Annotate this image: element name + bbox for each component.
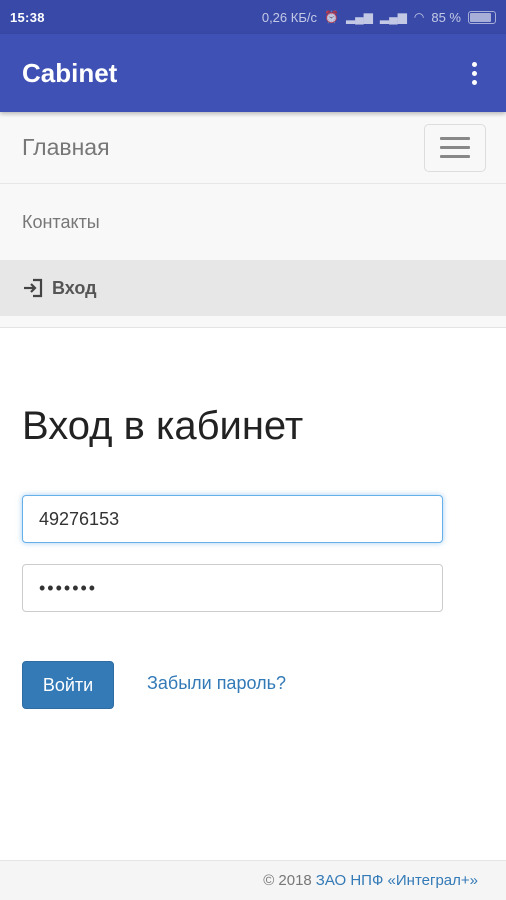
signal-icon: ▂▄▆	[345, 10, 373, 24]
status-indicators: 0,26 КБ/с ⏰ ▂▄▆ ▂▄▆ ◠ 85 %	[262, 10, 496, 25]
footer: © 2018 ЗАО НПФ «Интеграл+»	[0, 860, 506, 900]
nav-item-login[interactable]: Вход	[0, 260, 506, 316]
navbar-brand[interactable]: Главная	[22, 134, 110, 161]
copyright-text: © 2018	[263, 872, 312, 889]
status-bar: 15:38 0,26 КБ/с ⏰ ▂▄▆ ▂▄▆ ◠ 85 %	[0, 0, 506, 34]
nav-item-label: Контакты	[22, 211, 100, 232]
company-link[interactable]: ЗАО НПФ «Интеграл+»	[316, 872, 478, 889]
alarm-icon: ⏰	[323, 10, 339, 24]
app-title: Cabinet	[22, 57, 118, 88]
hamburger-icon	[440, 137, 470, 140]
login-button[interactable]: Войти	[22, 661, 114, 709]
network-speed: 0,26 КБ/с	[261, 9, 317, 25]
password-input[interactable]	[22, 564, 443, 612]
login-icon	[22, 278, 44, 298]
signal-icon-2: ▂▄▆	[379, 10, 407, 24]
status-time: 15:38	[10, 9, 45, 25]
nav-item-label: Вход	[52, 277, 97, 298]
site-navbar: Главная Контакты Вход	[0, 112, 506, 328]
page-title: Вход в кабинет	[22, 404, 304, 448]
wifi-icon: ◠	[413, 10, 425, 24]
navbar-toggle-button[interactable]	[424, 123, 486, 172]
login-input[interactable]	[22, 495, 443, 543]
app-bar: Cabinet	[0, 34, 506, 112]
navbar-header: Главная	[0, 112, 506, 184]
battery-icon	[468, 10, 496, 24]
battery-percent: 85 %	[431, 9, 461, 25]
forgot-password-link[interactable]: Забыли пароль?	[147, 673, 286, 694]
nav-item-contacts[interactable]: Контакты	[0, 184, 506, 260]
overflow-menu-icon[interactable]	[464, 58, 484, 88]
